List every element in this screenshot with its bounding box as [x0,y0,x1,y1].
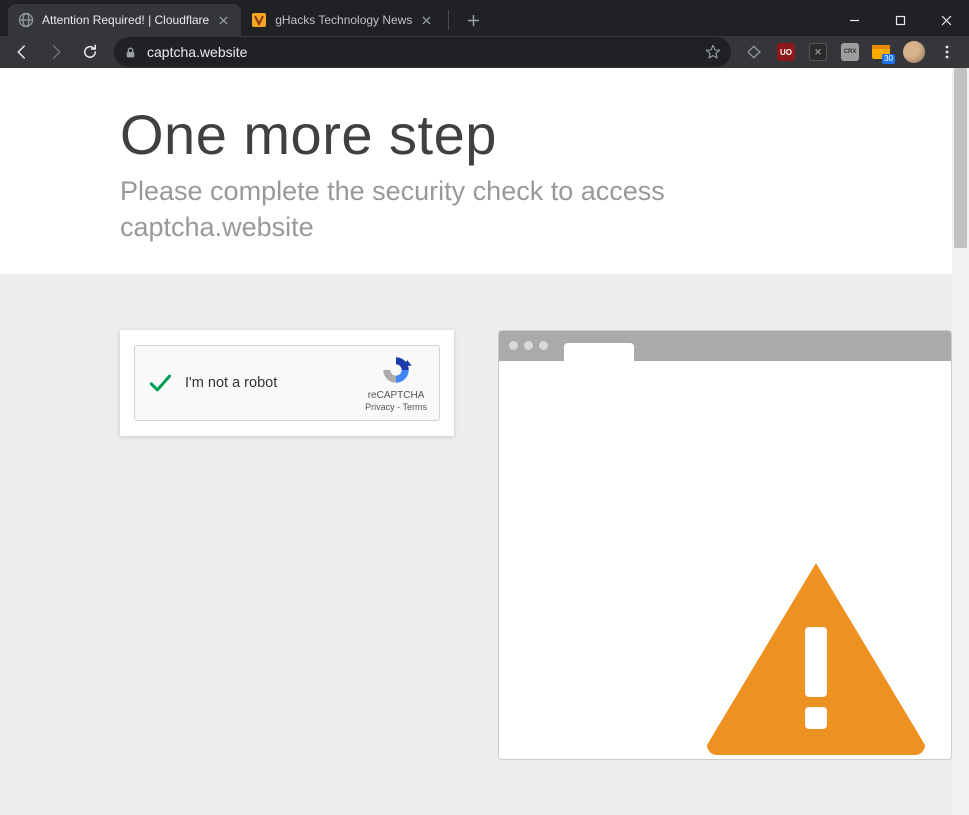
recaptcha-widget[interactable]: I'm not a robot reCAPTCHA [134,345,440,421]
extension-calendar-icon[interactable]: 30 [868,38,896,66]
window-dot-icon [509,341,518,350]
recaptcha-label: I'm not a robot [185,375,365,391]
illustration-body [499,361,951,759]
recaptcha-card: I'm not a robot reCAPTCHA [120,330,454,436]
tab-separator [448,10,449,30]
close-tab-icon[interactable] [215,12,231,28]
window-dot-icon [524,341,533,350]
globe-icon [18,12,34,28]
close-tab-icon[interactable] [418,12,434,28]
scroll-thumb[interactable] [954,68,967,248]
close-window-button[interactable] [923,4,969,36]
browser-toolbar: captcha.website UO ✕ CRX 30 [0,36,969,68]
recaptcha-terms-link[interactable]: Terms [403,402,428,412]
profile-avatar[interactable] [900,38,928,66]
vertical-scrollbar[interactable] [952,68,969,815]
browser-illustration [498,330,952,760]
new-tab-button[interactable] [459,6,487,34]
extension-crx-icon[interactable]: CRX [836,38,864,66]
page-subheading: Please complete the security check to ac… [120,173,840,246]
window-dot-icon [539,341,548,350]
url-text: captcha.website [147,44,705,60]
page-content: One more step Please complete the securi… [0,68,952,815]
window-titlebar: Attention Required! | Cloudflare gHacks … [0,0,969,36]
page-viewport: One more step Please complete the securi… [0,68,969,815]
browser-tab-inactive[interactable]: gHacks Technology News [241,4,444,36]
tab-title: gHacks Technology News [275,13,412,27]
address-bar[interactable]: captcha.website [114,37,731,67]
bookmark-star-icon[interactable] [705,44,721,60]
lock-icon[interactable] [124,46,137,59]
minimize-button[interactable] [831,4,877,36]
recaptcha-logo-icon [379,353,413,387]
illustration-chrome-bar [499,331,951,361]
calendar-badge: 30 [882,54,895,64]
maximize-button[interactable] [877,4,923,36]
illustration-tab [564,343,634,361]
browser-tab-active[interactable]: Attention Required! | Cloudflare [8,4,241,36]
warning-triangle-icon [701,555,931,755]
back-button[interactable] [6,36,38,68]
challenge-section: I'm not a robot reCAPTCHA [0,274,952,815]
ghacks-favicon-icon [251,12,267,28]
recaptcha-brand-text: reCAPTCHA [365,389,427,402]
recaptcha-branding: reCAPTCHA Privacy - Terms [365,353,427,414]
chrome-menu-button[interactable] [931,36,963,68]
recaptcha-links: Privacy - Terms [365,402,427,414]
page-hero: One more step Please complete the securi… [0,68,952,274]
recaptcha-privacy-link[interactable]: Privacy [365,402,395,412]
tab-title: Attention Required! | Cloudflare [42,13,209,27]
extension-geo-icon[interactable] [740,38,768,66]
checkmark-icon [147,370,173,396]
tab-strip: Attention Required! | Cloudflare gHacks … [0,0,831,36]
reload-button[interactable] [74,36,106,68]
extension-blocked-icon[interactable]: ✕ [804,38,832,66]
extension-ublock-icon[interactable]: UO [772,38,800,66]
window-controls [831,4,969,36]
forward-button[interactable] [40,36,72,68]
page-heading: One more step [120,102,952,167]
